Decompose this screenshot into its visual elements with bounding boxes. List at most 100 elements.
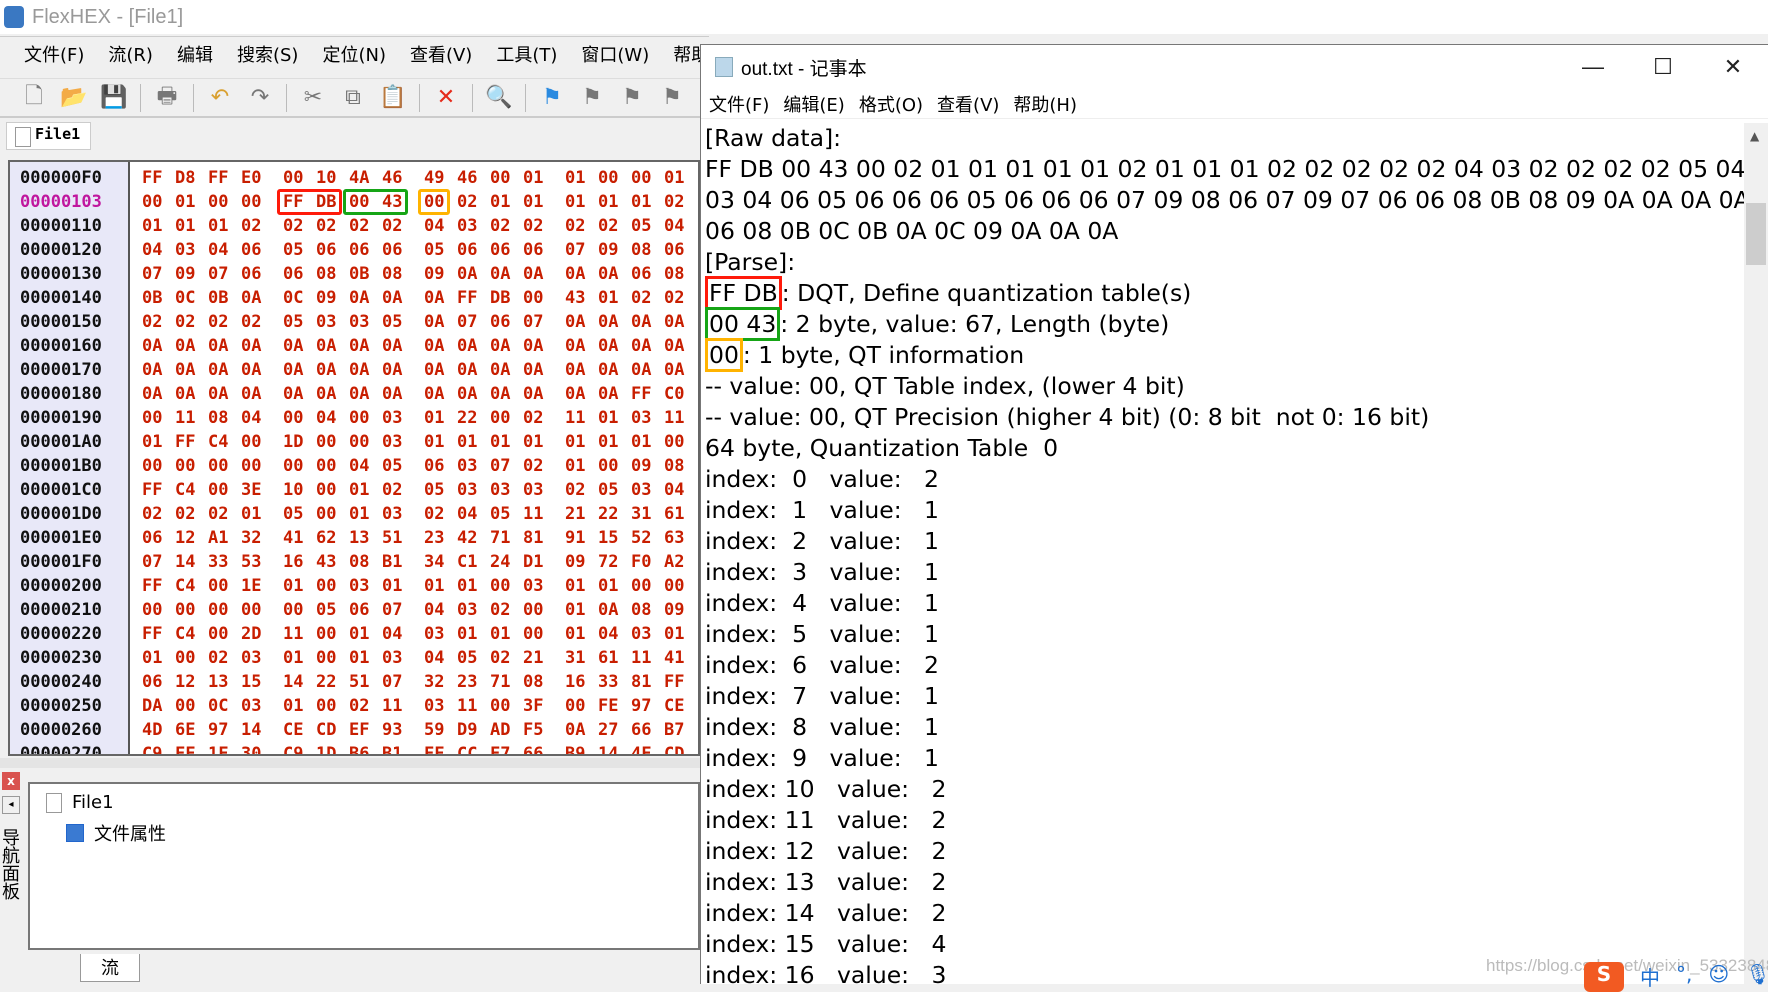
hex-byte[interactable]: C1 (457, 550, 490, 574)
hex-byte[interactable]: 02 (142, 310, 175, 334)
hex-byte[interactable]: 31 (631, 502, 664, 526)
horizontal-scrollbar[interactable] (0, 758, 700, 768)
hex-byte[interactable]: 04 (316, 406, 349, 430)
hex-byte[interactable]: 11 (382, 694, 415, 718)
hex-byte[interactable]: 0A (316, 358, 349, 382)
hex-byte[interactable]: 05 (631, 214, 664, 238)
hex-byte[interactable]: 21 (523, 646, 556, 670)
hex-byte[interactable]: 04 (457, 502, 490, 526)
hex-byte[interactable]: 07 (523, 310, 556, 334)
hex-byte[interactable]: 05 (316, 598, 349, 622)
hex-byte[interactable]: 00 (316, 622, 349, 646)
hex-byte[interactable]: 0A (565, 334, 598, 358)
hex-byte[interactable]: 0A (664, 358, 697, 382)
hex-byte[interactable]: 00 (283, 406, 316, 430)
hex-byte[interactable]: 34 (424, 550, 457, 574)
hex-byte[interactable]: 0A (631, 310, 664, 334)
hex-byte[interactable]: 0B (349, 262, 382, 286)
hex-byte[interactable]: 13 (208, 670, 241, 694)
hex-byte[interactable]: 02 (523, 406, 556, 430)
hex-byte[interactable]: 71 (490, 670, 523, 694)
hex-byte[interactable]: 0A (490, 382, 523, 406)
hex-byte[interactable]: 3F (523, 694, 556, 718)
hex-byte[interactable]: 06 (349, 598, 382, 622)
hex-byte[interactable]: 00 (208, 454, 241, 478)
hex-byte[interactable]: FF (142, 478, 175, 502)
hex-byte[interactable]: 04 (424, 214, 457, 238)
hex-byte[interactable]: 06 (241, 238, 274, 262)
hex-byte[interactable]: 6E (175, 718, 208, 742)
hex-byte[interactable]: 04 (424, 646, 457, 670)
hex-byte[interactable]: C9 (283, 742, 316, 754)
hex-byte[interactable]: 02 (241, 310, 274, 334)
hex-byte[interactable]: 01 (283, 646, 316, 670)
maximize-button[interactable]: ☐ (1628, 45, 1698, 89)
hex-byte[interactable]: FF (457, 286, 490, 310)
undo-icon[interactable]: ↶ (206, 84, 234, 112)
hex-byte[interactable]: 0A (565, 358, 598, 382)
hex-byte[interactable]: 01 (424, 574, 457, 598)
hex-byte[interactable]: 01 (565, 598, 598, 622)
hex-byte[interactable]: 03 (175, 238, 208, 262)
hex-byte[interactable]: FF (142, 166, 175, 190)
hex-byte[interactable]: 02 (349, 214, 382, 238)
hex-byte[interactable]: B7 (664, 718, 697, 742)
save-icon[interactable]: 💾 (100, 84, 128, 112)
hex-byte[interactable]: AD (490, 718, 523, 742)
hex-byte[interactable]: 02 (316, 214, 349, 238)
hex-byte[interactable]: 0A (175, 358, 208, 382)
hex-byte[interactable]: 0A (565, 382, 598, 406)
hex-byte[interactable]: 03 (424, 694, 457, 718)
hex-byte[interactable]: CD (316, 718, 349, 742)
hex-byte[interactable]: 04 (664, 478, 697, 502)
hex-byte[interactable]: 43 (565, 286, 598, 310)
hex-byte[interactable]: 00 (349, 406, 382, 430)
hex-byte[interactable]: C4 (208, 430, 241, 454)
hex-byte[interactable]: 01 (349, 502, 382, 526)
hex-byte[interactable]: 06 (316, 238, 349, 262)
hex-byte[interactable]: 00 (631, 166, 664, 190)
hex-byte[interactable]: 0C (175, 286, 208, 310)
hex-byte[interactable]: 04 (241, 406, 274, 430)
hex-byte[interactable]: 03 (382, 502, 415, 526)
hex-byte[interactable]: FF (424, 742, 457, 754)
hex-byte[interactable]: 04 (424, 598, 457, 622)
np-menu-format[interactable]: 格式(O) (859, 91, 923, 117)
hex-byte[interactable]: 1D (283, 430, 316, 454)
hex-byte[interactable]: 33 (598, 670, 631, 694)
hex-byte[interactable]: 05 (490, 502, 523, 526)
hex-byte[interactable]: 01 (598, 430, 631, 454)
hex-byte[interactable]: 0A (382, 382, 415, 406)
hex-byte[interactable]: FF (175, 742, 208, 754)
hex-byte[interactable]: 22 (598, 502, 631, 526)
hex-byte[interactable]: 0A (598, 382, 631, 406)
hex-byte[interactable]: 27 (598, 718, 631, 742)
hex-byte[interactable]: 01 (208, 214, 241, 238)
hex-byte[interactable]: 49 (424, 166, 457, 190)
hex-byte[interactable]: 07 (208, 262, 241, 286)
hex-byte[interactable]: 09 (565, 550, 598, 574)
close-button[interactable]: ✕ (1698, 45, 1768, 89)
hex-byte[interactable]: 0A (424, 358, 457, 382)
hex-byte[interactable]: FF (142, 574, 175, 598)
hex-byte[interactable]: 10 (283, 478, 316, 502)
hex-byte[interactable]: 0A (598, 334, 631, 358)
hex-byte[interactable]: 0A (142, 334, 175, 358)
hex-byte[interactable]: 02 (523, 214, 556, 238)
hex-byte[interactable]: 16 (283, 550, 316, 574)
hex-byte[interactable]: 00 (241, 598, 274, 622)
hex-byte[interactable]: 05 (457, 646, 490, 670)
hex-byte[interactable]: 00 (241, 454, 274, 478)
hex-byte[interactable]: 00 (316, 574, 349, 598)
hex-byte[interactable]: 31 (565, 646, 598, 670)
hex-byte[interactable]: 0A (598, 262, 631, 286)
hex-byte[interactable]: 01 (523, 190, 556, 214)
clear-bookmark-icon[interactable]: ⚑ (658, 84, 686, 112)
hex-byte[interactable]: 01 (664, 622, 697, 646)
np-menu-edit[interactable]: 编辑(E) (783, 91, 844, 117)
hex-byte[interactable]: 01 (349, 646, 382, 670)
emoji-icon[interactable]: ☺ (1708, 962, 1729, 992)
hex-byte[interactable]: CE (664, 694, 697, 718)
hex-byte[interactable]: 02 (349, 694, 382, 718)
hex-byte[interactable]: 00 (316, 454, 349, 478)
